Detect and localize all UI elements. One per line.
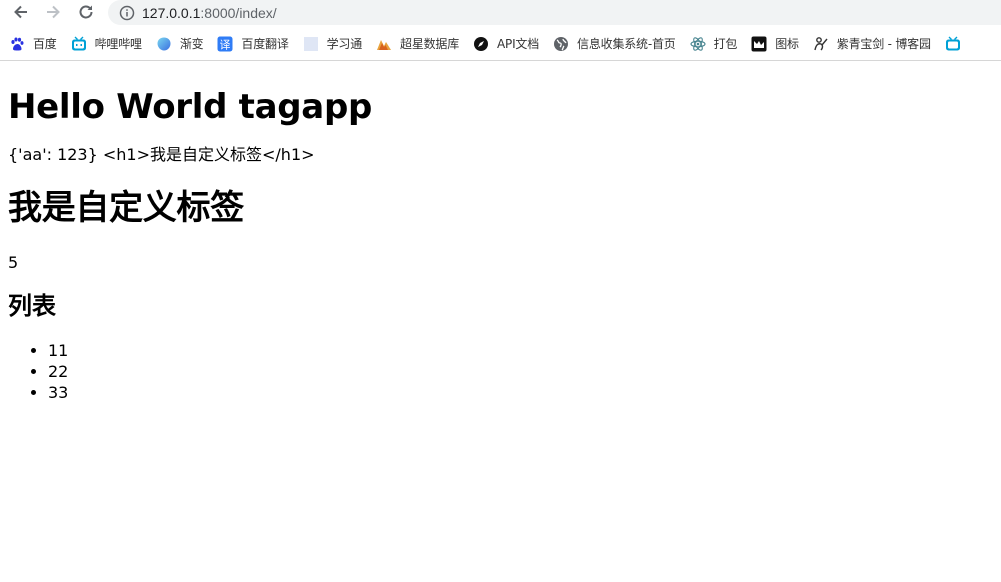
electron-icon <box>690 36 706 52</box>
blank-page-icon <box>303 36 319 52</box>
translate-icon: 译 <box>217 36 233 52</box>
bookmark-baidu-translate[interactable]: 译 百度翻译 <box>208 31 293 57</box>
globe-icon <box>553 36 569 52</box>
bookmark-label: 超星数据库 <box>400 37 460 51</box>
gradient-blob-icon <box>156 36 172 52</box>
blog-person-icon <box>813 36 829 52</box>
reload-icon <box>79 5 93 19</box>
page-content: Hello World tagapp {'aa': 123} <h1>我是自定义… <box>0 62 1001 582</box>
page-title: Hello World tagapp <box>8 87 373 127</box>
url-text[interactable]: 127.0.0.1:8000/index/ <box>142 5 277 21</box>
bookmark-gradient[interactable]: 渐变 <box>147 31 209 57</box>
reload-button[interactable] <box>75 1 97 23</box>
bookmark-label: 紫青宝剑 - 博客园 <box>836 37 931 51</box>
bookmark-label: 哔哩哔哩 <box>94 37 142 51</box>
bookmark-chaoxing-db[interactable]: 超星数据库 <box>367 31 464 57</box>
bookmark-packaging[interactable]: 打包 <box>681 31 743 57</box>
site-info-icon[interactable] <box>119 5 135 21</box>
bilibili-tv-icon <box>945 36 961 52</box>
list-heading: 列表 <box>8 292 56 320</box>
bookmark-info-system[interactable]: 信息收集系统-首页 <box>544 31 681 57</box>
svg-text:译: 译 <box>220 38 231 51</box>
list-item: 22 <box>48 361 993 382</box>
bookmark-label: 渐变 <box>179 37 204 51</box>
bookmark-bilibili[interactable]: 哔哩哔哩 <box>62 31 147 57</box>
bookmark-baidu[interactable]: 百度 <box>0 31 62 57</box>
custom-tag-heading: 我是自定义标签 <box>8 188 244 228</box>
browser-toolbar: 127.0.0.1:8000/index/ <box>0 0 1001 26</box>
bookmark-label: 图标 <box>775 37 799 51</box>
arrow-left-icon <box>14 5 27 19</box>
image-frame-icon <box>751 36 767 52</box>
list-item: 33 <box>48 382 993 403</box>
back-button[interactable] <box>10 1 32 23</box>
number-value: 5 <box>8 253 19 272</box>
baidu-paw-icon <box>9 36 25 52</box>
compass-icon <box>473 36 489 52</box>
url-host: 127.0.0.1 <box>142 4 201 21</box>
bookmark-overflow-bilibili[interactable] <box>936 31 974 57</box>
list-item: 11 <box>48 340 993 361</box>
forward-button[interactable] <box>42 1 64 23</box>
bookmark-label: API文档 <box>497 37 540 51</box>
chaoxing-icon <box>376 36 392 52</box>
item-list: 11 22 33 <box>8 340 993 403</box>
bookmark-icons[interactable]: 图标 <box>742 31 804 57</box>
bookmark-cnblogs[interactable]: 紫青宝剑 - 博客园 <box>804 31 936 57</box>
bookmark-label: 打包 <box>713 37 738 51</box>
bookmark-label: 百度翻译 <box>241 37 289 51</box>
bookmarks-bar: 百度 哔哩哔哩 渐变 译 百度翻译 学习通 超星数据库 API文档 信息收集系统… <box>0 27 1001 61</box>
bookmark-xuexitong[interactable]: 学习通 <box>294 31 367 57</box>
raw-template-text: {'aa': 123} <h1>我是自定义标签</h1> <box>8 145 315 164</box>
bookmark-api-docs[interactable]: API文档 <box>464 31 544 57</box>
bookmark-label: 百度 <box>33 37 57 51</box>
bookmark-label: 学习通 <box>326 37 363 51</box>
arrow-right-icon <box>47 5 60 19</box>
bookmark-label: 信息收集系统-首页 <box>577 37 676 51</box>
address-bar[interactable]: 127.0.0.1:8000/index/ <box>108 0 1001 25</box>
bilibili-tv-icon <box>71 36 87 52</box>
url-path: :8000/index/ <box>200 4 277 21</box>
